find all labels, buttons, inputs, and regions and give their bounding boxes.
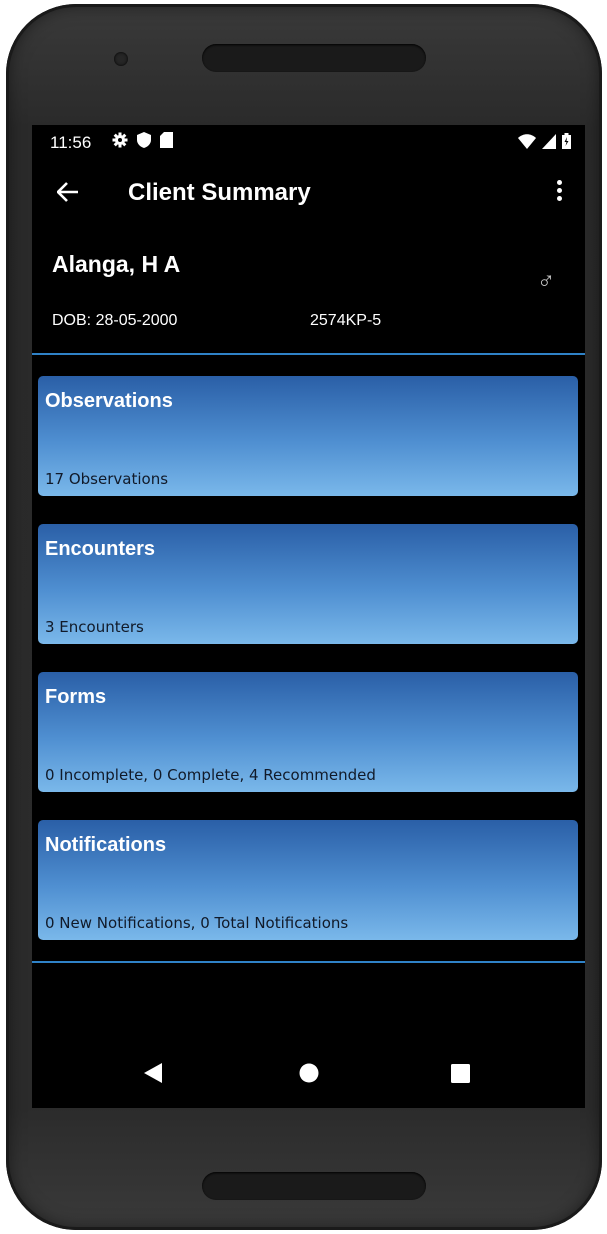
card-encounters[interactable]: Encounters 3 Encounters (38, 524, 578, 644)
client-name: Alanga, H A (52, 251, 181, 277)
shield-icon (137, 132, 151, 148)
nav-back-button[interactable] (123, 1038, 183, 1108)
card-title: Observations (45, 390, 173, 412)
card-summary: 0 New Notifications, 0 Total Notificatio… (45, 914, 349, 932)
dot (556, 196, 562, 201)
client-header: Alanga, H A ♂ DOB: 28-05-2000 2574KP-5 (32, 229, 585, 353)
back-button[interactable] (52, 177, 84, 209)
card-forms[interactable]: Forms 0 Incomplete, 0 Complete, 4 Recomm… (38, 672, 578, 792)
divider-bottom (32, 961, 585, 963)
status-icons (112, 132, 173, 148)
page-title: Client Summary (128, 179, 311, 206)
card-summary: 17 Observations (45, 470, 169, 488)
divider-top (32, 353, 585, 355)
card-notifications[interactable]: Notifications 0 New Notifications, 0 Tot… (38, 820, 578, 940)
arrow-left-icon (56, 182, 78, 202)
status-bar: 11:56 (32, 125, 585, 159)
recents-square-icon (450, 1063, 470, 1083)
wifi-icon (518, 133, 536, 149)
dot (556, 188, 562, 193)
client-id: 2574KP-5 (310, 312, 382, 329)
home-circle-icon (299, 1063, 319, 1083)
app-bar: Client Summary (32, 159, 585, 229)
card-title: Forms (45, 686, 107, 708)
card-summary: 0 Incomplete, 0 Complete, 4 Recommended (45, 766, 376, 784)
nav-recents-button[interactable] (430, 1038, 490, 1108)
dot (556, 180, 562, 185)
overflow-menu-button[interactable] (547, 177, 571, 209)
front-camera (114, 52, 128, 66)
screen: 11:56 Client Summary Alanga, H A ♂ DOB: … (32, 125, 585, 1108)
battery-icon (562, 133, 571, 149)
back-triangle-icon (144, 1063, 162, 1083)
nav-home-button[interactable] (279, 1038, 339, 1108)
card-title: Notifications (45, 834, 167, 856)
male-gender-icon: ♂ (537, 267, 555, 294)
signal-icon (542, 133, 556, 149)
card-observations[interactable]: Observations 17 Observations (38, 376, 578, 496)
gear-icon (112, 132, 128, 148)
status-time: 11:56 (50, 133, 92, 152)
system-nav-bar (32, 1038, 585, 1108)
bottom-speaker (202, 1172, 426, 1200)
card-summary: 3 Encounters (45, 618, 144, 636)
status-right-icons (518, 133, 571, 149)
top-speaker (202, 44, 426, 72)
card-title: Encounters (45, 538, 156, 560)
sd-card-icon (160, 132, 173, 148)
client-dob: DOB: 28-05-2000 (52, 312, 178, 329)
